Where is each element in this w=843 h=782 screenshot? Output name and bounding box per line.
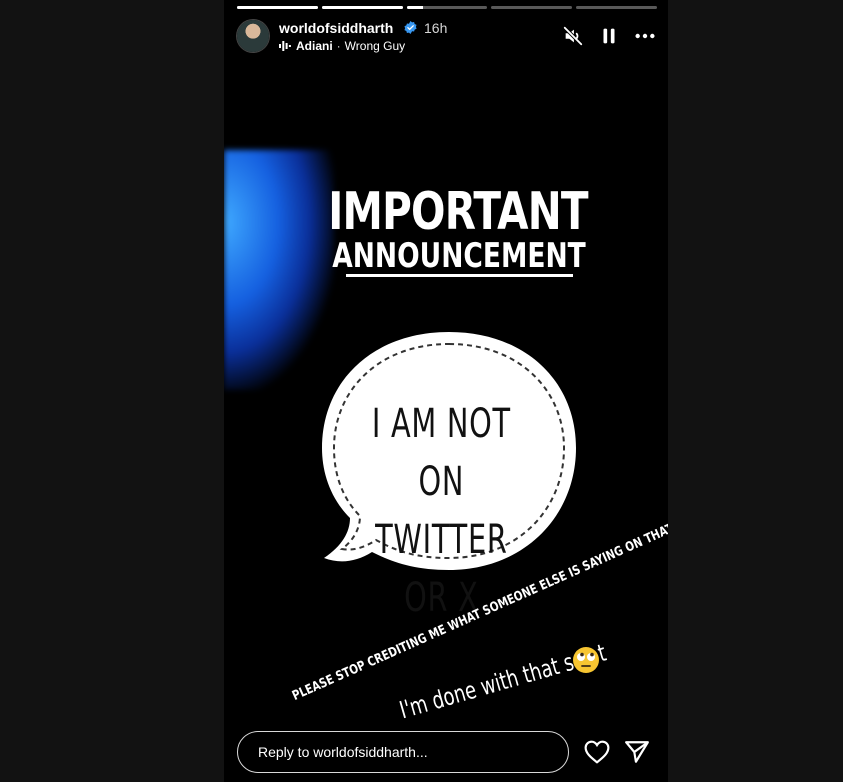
audio-wave-icon — [279, 41, 291, 51]
post-time: 16h — [424, 20, 448, 36]
pause-icon[interactable] — [598, 25, 620, 47]
progress-segment — [237, 6, 318, 9]
music-artist: Adiani — [296, 39, 333, 53]
progress-fill — [321, 6, 403, 9]
progress-fill — [406, 6, 423, 9]
reply-input[interactable] — [237, 731, 569, 773]
story-viewer[interactable]: worldofsiddharth 16h Adiani · Wrong Guy — [224, 0, 668, 782]
progress-segment — [576, 6, 657, 9]
music-song: Wrong Guy — [344, 39, 406, 53]
story-header: worldofsiddharth 16h Adiani · Wrong Guy — [237, 19, 656, 55]
announcement-subtitle: ANNOUNCEMENT — [332, 236, 586, 276]
progress-segment — [491, 6, 573, 9]
paper-plane-icon[interactable] — [624, 740, 650, 764]
avatar[interactable] — [237, 20, 269, 52]
handwritten-caption: I'm done with that s¢~t — [396, 638, 610, 725]
progress-segment — [406, 6, 488, 9]
heart-icon[interactable] — [584, 740, 610, 764]
title-underline — [346, 274, 573, 277]
username-link[interactable]: worldofsiddharth — [279, 20, 393, 36]
more-horizontal-icon[interactable] — [634, 25, 656, 47]
story-progress-bars — [237, 6, 657, 9]
bubble-text: I AM NOT ON TWITTER OR X — [364, 395, 519, 627]
progress-fill — [237, 6, 318, 9]
verified-badge-icon — [404, 21, 417, 34]
bubble-line: I AM NOT ON — [371, 401, 511, 505]
story-controls — [562, 25, 656, 47]
progress-segment — [321, 6, 403, 9]
page-background: worldofsiddharth 16h Adiani · Wrong Guy — [0, 0, 843, 782]
announcement-title: IMPORTANT — [328, 182, 588, 242]
music-info[interactable]: Adiani · Wrong Guy — [279, 39, 405, 53]
music-separator: · — [336, 39, 341, 53]
speaker-muted-icon[interactable] — [562, 25, 584, 47]
face-with-rolling-eyes-icon — [573, 647, 599, 673]
